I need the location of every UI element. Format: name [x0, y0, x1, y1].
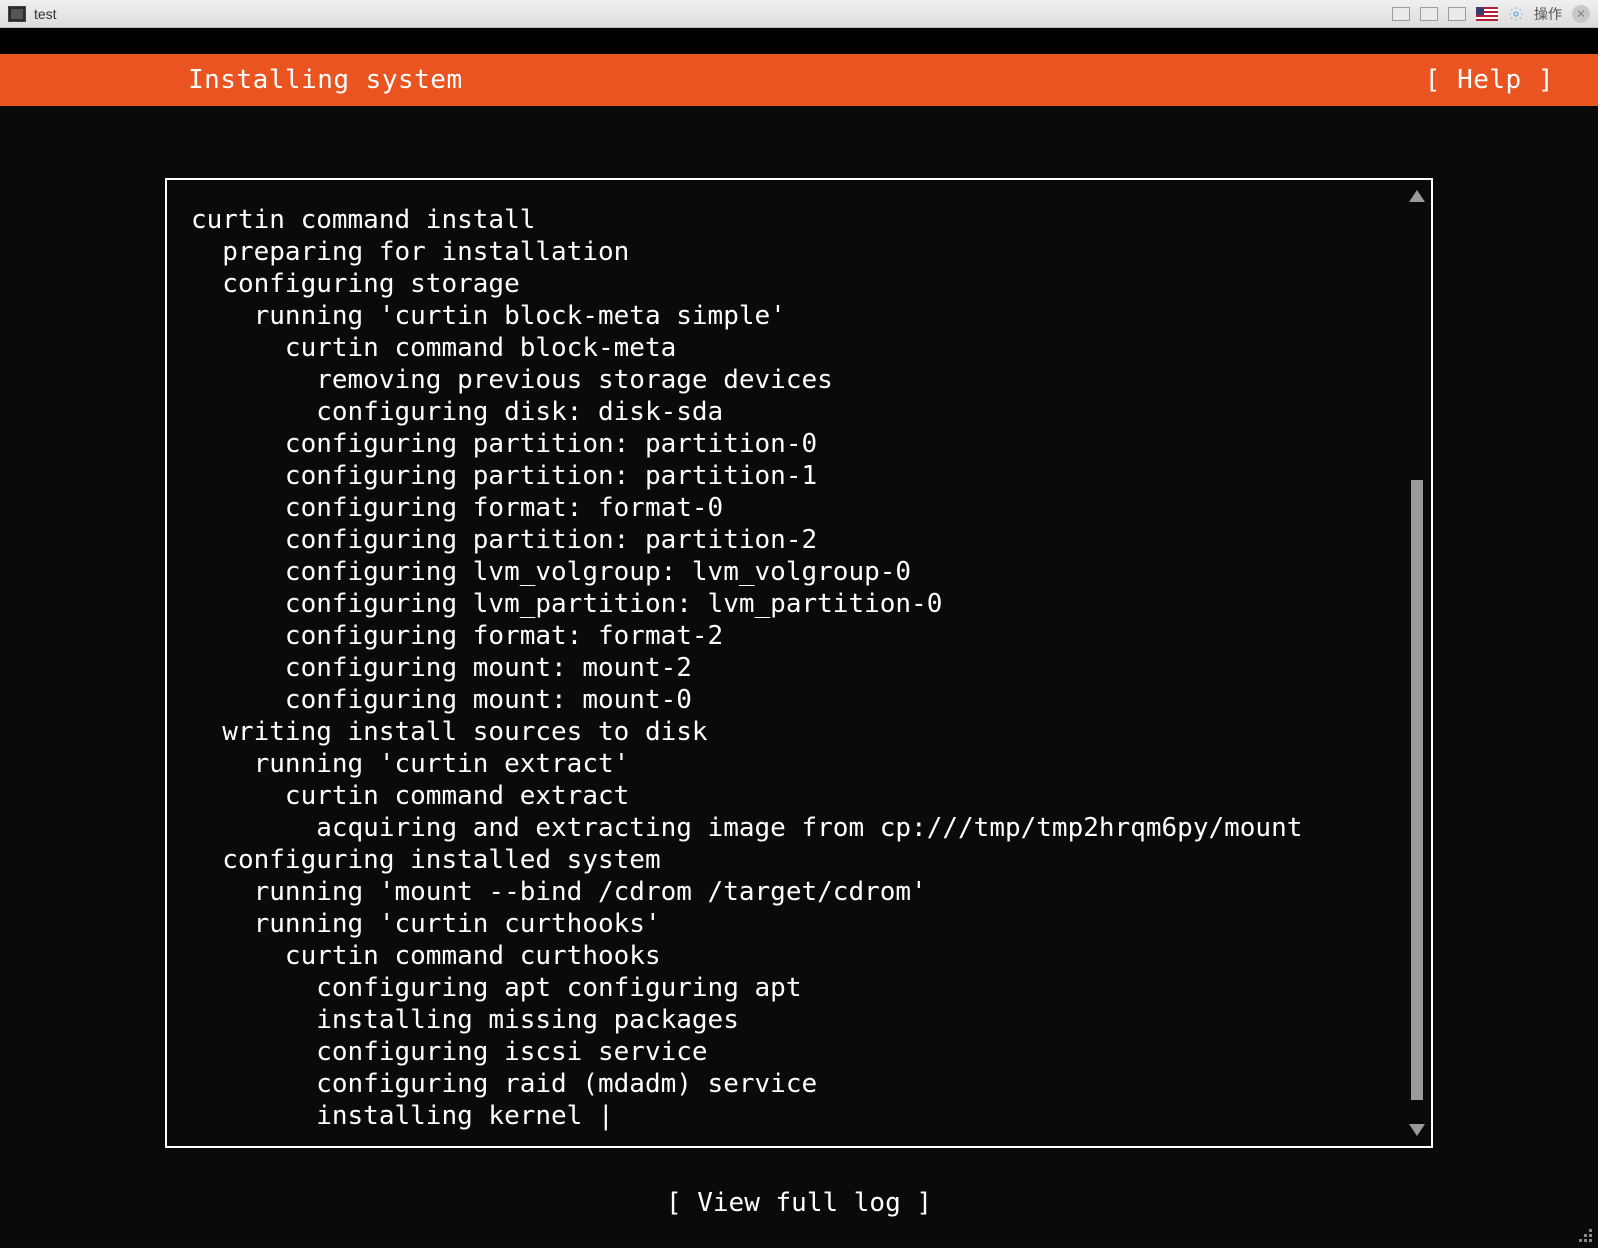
log-line: configuring lvm_volgroup: lvm_volgroup-0	[191, 556, 1407, 588]
log-content: curtin command install preparing for ins…	[191, 204, 1407, 1132]
log-line: acquiring and extracting image from cp:/…	[191, 812, 1407, 844]
scroll-thumb[interactable]	[1411, 480, 1423, 1100]
console-area: curtin command install preparing for ins…	[0, 106, 1598, 1248]
log-line: running 'mount --bind /cdrom /target/cdr…	[191, 876, 1407, 908]
log-line: curtin command block-meta	[191, 332, 1407, 364]
log-line: configuring storage	[191, 268, 1407, 300]
log-line: configuring apt configuring apt	[191, 972, 1407, 1004]
window-mode-icon-3[interactable]	[1448, 7, 1466, 21]
log-line: configuring partition: partition-1	[191, 460, 1407, 492]
log-line: configuring format: format-0	[191, 492, 1407, 524]
window-mode-icon-1[interactable]	[1392, 7, 1410, 21]
log-line: curtin command curthooks	[191, 940, 1407, 972]
view-full-log-button[interactable]: [ View full log ]	[666, 1188, 932, 1218]
installer-title: Installing system	[188, 65, 463, 95]
log-line: installing kernel |	[191, 1100, 1407, 1132]
close-icon[interactable]: ✕	[1572, 5, 1590, 23]
log-line: curtin command install	[191, 204, 1407, 236]
log-line: running 'curtin extract'	[191, 748, 1407, 780]
log-line: running 'curtin curthooks'	[191, 908, 1407, 940]
log-line: running 'curtin block-meta simple'	[191, 300, 1407, 332]
us-flag-icon[interactable]	[1476, 7, 1498, 21]
title-left: test	[8, 6, 57, 22]
vm-screen: Installing system [ Help ] curtin comman…	[0, 28, 1598, 1248]
window-title-bar: test 操作 ✕	[0, 0, 1598, 28]
gear-icon[interactable]	[1508, 6, 1524, 22]
log-line: installing missing packages	[191, 1004, 1407, 1036]
log-box: curtin command install preparing for ins…	[165, 178, 1433, 1148]
scrollbar[interactable]	[1409, 190, 1425, 1136]
log-line: configuring raid (mdadm) service	[191, 1068, 1407, 1100]
log-line: curtin command extract	[191, 780, 1407, 812]
title-right: 操作 ✕	[1392, 4, 1590, 24]
log-line: preparing for installation	[191, 236, 1407, 268]
vm-viewport: Installing system [ Help ] curtin comman…	[0, 28, 1598, 1248]
log-line: configuring iscsi service	[191, 1036, 1407, 1068]
log-line: configuring mount: mount-2	[191, 652, 1407, 684]
log-line: writing install sources to disk	[191, 716, 1407, 748]
resize-grip-icon[interactable]	[1574, 1224, 1592, 1242]
top-black-bar	[0, 28, 1598, 54]
help-button[interactable]: [ Help ]	[1425, 65, 1554, 95]
window-mode-icon-2[interactable]	[1420, 7, 1438, 21]
scroll-down-icon[interactable]	[1409, 1124, 1425, 1136]
log-line: configuring format: format-2	[191, 620, 1407, 652]
log-line: configuring disk: disk-sda	[191, 396, 1407, 428]
installer-header: Installing system [ Help ]	[0, 54, 1598, 106]
vm-app-icon	[8, 6, 26, 22]
log-line: configuring lvm_partition: lvm_partition…	[191, 588, 1407, 620]
log-line: configuring partition: partition-0	[191, 428, 1407, 460]
actions-menu[interactable]: 操作	[1534, 4, 1562, 24]
window-title: test	[34, 6, 57, 22]
log-line: configuring mount: mount-0	[191, 684, 1407, 716]
scroll-up-icon[interactable]	[1409, 190, 1425, 202]
log-line: configuring partition: partition-2	[191, 524, 1407, 556]
log-line: configuring installed system	[191, 844, 1407, 876]
log-line: removing previous storage devices	[191, 364, 1407, 396]
